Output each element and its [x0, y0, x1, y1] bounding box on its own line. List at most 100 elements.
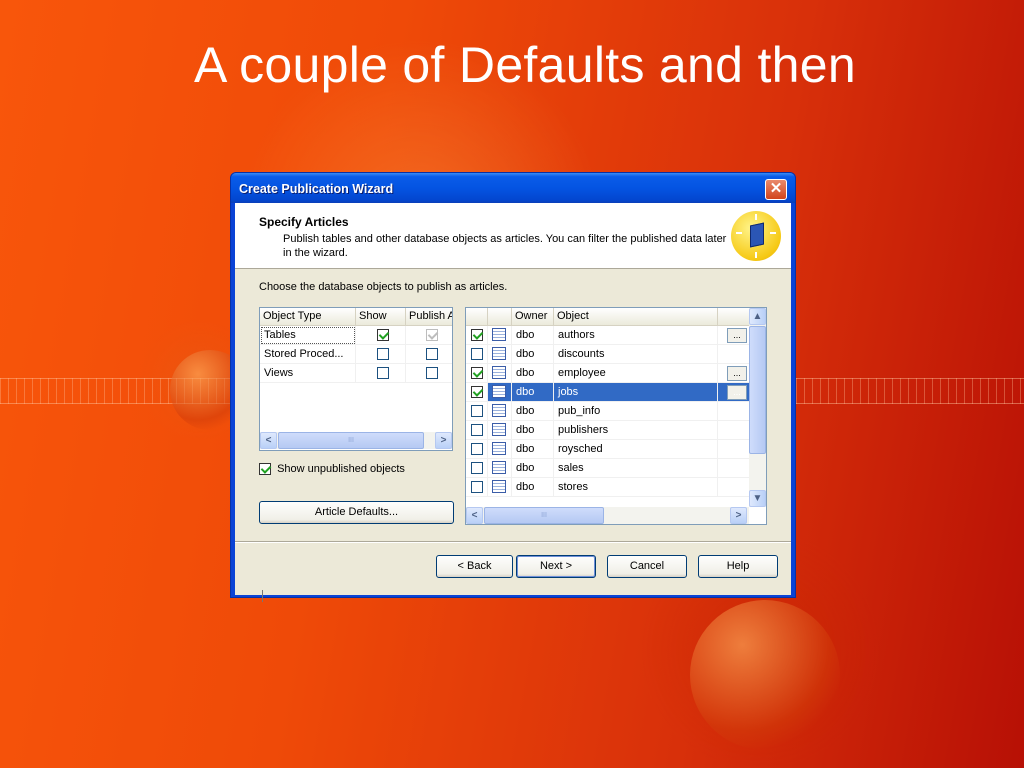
objects-hscrollbar[interactable]: < III >: [466, 507, 749, 524]
object-row[interactable]: dbo sales: [466, 459, 750, 478]
table-icon: [492, 460, 506, 474]
column-header-check[interactable]: [466, 308, 488, 326]
filter-ellipsis-button[interactable]: ...: [727, 366, 747, 381]
show-cell: [356, 364, 406, 383]
scroll-up-button[interactable]: ▲: [749, 308, 766, 325]
filter-ellipsis-button[interactable]: ...: [727, 328, 747, 343]
table-icon: [492, 346, 506, 360]
publish-cell: [406, 345, 452, 364]
object-owner: dbo: [512, 402, 554, 421]
help-button[interactable]: Help: [698, 555, 778, 578]
object-type-name[interactable]: Stored Proced...: [260, 345, 356, 364]
column-header-icon[interactable]: [488, 308, 512, 326]
publish-object-checkbox[interactable]: [471, 329, 483, 342]
publish-object-checkbox[interactable]: [471, 424, 483, 437]
cancel-button[interactable]: Cancel: [607, 555, 687, 578]
object-filter-cell: [718, 478, 750, 497]
object-check-cell: [466, 440, 488, 459]
publish-cell: [406, 326, 452, 345]
table-icon: [492, 327, 506, 341]
object-row[interactable]: dbo roysched: [466, 440, 750, 459]
object-check-cell: [466, 478, 488, 497]
object-row[interactable]: dbo authors...: [466, 326, 750, 345]
button-separator: [235, 541, 791, 543]
next-button[interactable]: Next >: [516, 555, 596, 578]
object-filter-cell: ...: [718, 364, 750, 383]
object-name: stores: [554, 478, 718, 497]
objects-list[interactable]: Owner Object dbo authors... dbo discounts db…: [465, 307, 767, 525]
window-titlebar[interactable]: Create Publication Wizard ✕: [231, 173, 795, 203]
object-filter-cell: ...: [718, 326, 750, 345]
object-row[interactable]: dbo discounts: [466, 345, 750, 364]
close-button[interactable]: ✕: [765, 179, 787, 200]
scroll-right-button[interactable]: >: [730, 507, 747, 524]
object-type-row[interactable]: Views: [260, 364, 452, 383]
decorative-line: [262, 590, 263, 602]
scroll-left-button[interactable]: <: [260, 432, 277, 449]
article-defaults-button[interactable]: Article Defaults...: [259, 501, 454, 524]
object-row[interactable]: dbo jobs...: [466, 383, 750, 402]
table-icon: [492, 441, 506, 455]
column-header-show[interactable]: Show: [356, 308, 406, 326]
show-checkbox[interactable]: [376, 329, 389, 342]
object-owner: dbo: [512, 459, 554, 478]
object-type-name[interactable]: Tables: [260, 326, 356, 345]
scroll-thumb[interactable]: III: [484, 507, 604, 524]
object-row[interactable]: dbo stores: [466, 478, 750, 497]
object-check-cell: [466, 364, 488, 383]
show-unpublished-checkbox[interactable]: Show unpublished objects: [259, 463, 405, 476]
create-publication-wizard-window: Create Publication Wizard ✕ Specify Arti…: [230, 172, 796, 598]
object-name: authors: [554, 326, 718, 345]
objects-vscrollbar[interactable]: ▲ ▼: [749, 308, 766, 507]
object-icon-cell: [488, 383, 512, 402]
object-icon-cell: [488, 478, 512, 497]
filter-ellipsis-button[interactable]: ...: [727, 385, 747, 400]
publication-book-icon: [731, 211, 781, 261]
object-name: roysched: [554, 440, 718, 459]
show-checkbox[interactable]: [376, 348, 389, 361]
publish-object-checkbox[interactable]: [471, 443, 483, 456]
scroll-thumb[interactable]: III: [278, 432, 424, 449]
object-row[interactable]: dbo employee...: [466, 364, 750, 383]
object-filter-cell: [718, 459, 750, 478]
publish-object-checkbox[interactable]: [471, 386, 483, 399]
column-header-owner[interactable]: Owner: [512, 308, 554, 326]
publish-cell: [406, 364, 452, 383]
column-header-object-type[interactable]: Object Type: [260, 308, 356, 326]
scroll-right-button[interactable]: >: [435, 432, 452, 449]
object-type-hscrollbar[interactable]: < III >: [260, 432, 452, 449]
publish-checkbox[interactable]: [425, 348, 438, 361]
column-header-publish[interactable]: Publish A: [406, 308, 452, 326]
object-name: sales: [554, 459, 718, 478]
object-type-list[interactable]: Object Type Show Publish A Tables Stored …: [259, 307, 453, 451]
back-button[interactable]: < Back: [436, 555, 513, 578]
publish-object-checkbox[interactable]: [471, 348, 483, 361]
column-header-object[interactable]: Object: [554, 308, 718, 326]
table-icon: [492, 384, 506, 398]
scroll-thumb[interactable]: [749, 326, 766, 454]
scroll-down-button[interactable]: ▼: [749, 490, 766, 507]
object-filter-cell: [718, 421, 750, 440]
publish-object-checkbox[interactable]: [471, 481, 483, 494]
show-unpublished-check[interactable]: [259, 463, 271, 476]
publish-object-checkbox[interactable]: [471, 367, 483, 380]
object-owner: dbo: [512, 326, 554, 345]
scroll-left-button[interactable]: <: [466, 507, 483, 524]
object-filter-cell: [718, 440, 750, 459]
object-icon-cell: [488, 440, 512, 459]
publish-checkbox[interactable]: [425, 367, 438, 380]
publish-object-checkbox[interactable]: [471, 405, 483, 418]
publish-checkbox[interactable]: [425, 329, 438, 342]
table-icon: [492, 479, 506, 493]
object-type-name[interactable]: Views: [260, 364, 356, 383]
object-type-row[interactable]: Tables: [260, 326, 452, 345]
object-owner: dbo: [512, 383, 554, 402]
publish-object-checkbox[interactable]: [471, 462, 483, 475]
object-check-cell: [466, 383, 488, 402]
object-row[interactable]: dbo publishers: [466, 421, 750, 440]
show-checkbox[interactable]: [376, 367, 389, 380]
object-type-row[interactable]: Stored Proced...: [260, 345, 452, 364]
object-name: pub_info: [554, 402, 718, 421]
show-cell: [356, 326, 406, 345]
object-row[interactable]: dbo pub_info: [466, 402, 750, 421]
